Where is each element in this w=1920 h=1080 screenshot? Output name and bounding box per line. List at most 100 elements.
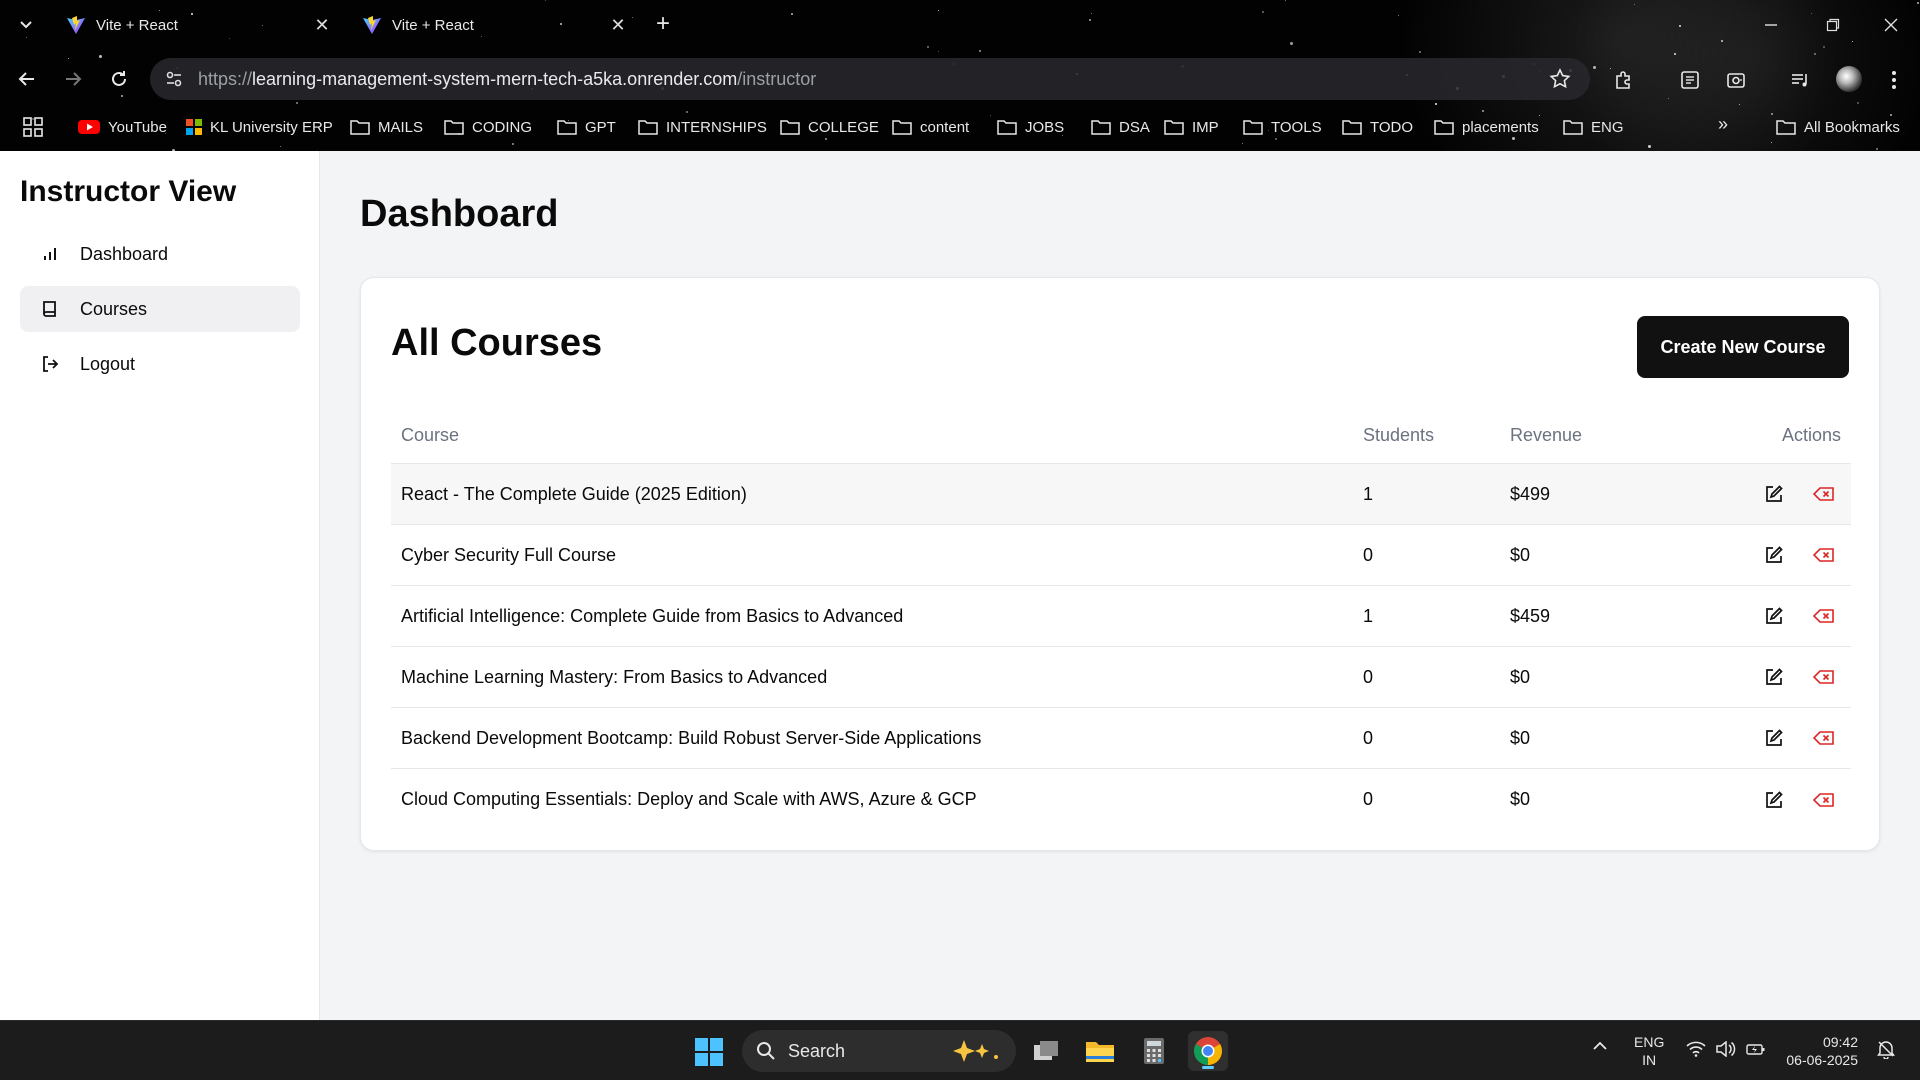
- bookmark-youtube[interactable]: YouTube: [78, 114, 167, 140]
- bookmark-dsa[interactable]: DSA: [1091, 114, 1150, 140]
- tab-search-chevron-icon[interactable]: [14, 12, 38, 36]
- delete-icon[interactable]: [1807, 721, 1841, 755]
- star-dot: [1674, 53, 1677, 56]
- reload-icon[interactable]: [104, 64, 134, 94]
- bookmark-jobs[interactable]: JOBS: [997, 114, 1064, 140]
- app-page: Instructor View Dashboard Courses Logout…: [0, 151, 1920, 1020]
- folder-icon: [1563, 120, 1583, 135]
- tab-title: Vite + React: [96, 16, 178, 34]
- input-language-indicator[interactable]: ENG IN: [1634, 1033, 1664, 1069]
- course-title-cell: React - The Complete Guide (2025 Edition…: [401, 483, 747, 504]
- search-placeholder: Search: [788, 1040, 846, 1061]
- back-arrow-icon[interactable]: [12, 64, 42, 94]
- table-row: Backend Development Bootcamp: Build Robu…: [391, 708, 1851, 769]
- restore-icon[interactable]: [1818, 10, 1848, 40]
- delete-icon[interactable]: [1807, 538, 1841, 572]
- extensions-icon[interactable]: [1610, 66, 1638, 94]
- calculator-icon[interactable]: [1134, 1031, 1174, 1071]
- new-tab-plus-icon[interactable]: +: [650, 12, 676, 38]
- actions-cell: [1680, 660, 1851, 694]
- bookmark-tools[interactable]: TOOLS: [1243, 114, 1322, 140]
- close-tab-icon[interactable]: ✕: [310, 13, 334, 37]
- bookmark-label: TOOLS: [1271, 118, 1322, 136]
- bookmark-placements[interactable]: placements: [1434, 114, 1539, 140]
- chrome-icon[interactable]: [1188, 1031, 1228, 1071]
- actions-cell: [1680, 783, 1851, 817]
- close-window-icon[interactable]: [1876, 10, 1906, 40]
- bookmark-coding[interactable]: CODING: [444, 114, 532, 140]
- close-tab-icon[interactable]: ✕: [606, 13, 630, 37]
- browser-tab-2[interactable]: Vite + React ✕: [348, 8, 638, 42]
- file-explorer-icon[interactable]: [1080, 1031, 1120, 1071]
- edit-icon[interactable]: [1757, 538, 1791, 572]
- students-cell: 0: [1363, 727, 1374, 748]
- browser-tab-1[interactable]: Vite + React ✕: [52, 8, 342, 42]
- folder-icon: [997, 120, 1017, 135]
- sidebar-item-dashboard[interactable]: Dashboard: [20, 231, 300, 277]
- course-title-cell: Backend Development Bootcamp: Build Robu…: [401, 727, 982, 748]
- star-dot: [512, 143, 515, 146]
- delete-icon[interactable]: [1807, 477, 1841, 511]
- bookmark-kl-university-erp[interactable]: KL University ERP: [186, 114, 333, 140]
- bookmark-star-icon[interactable]: [1548, 67, 1572, 91]
- students-cell: 0: [1363, 544, 1374, 565]
- bookmark-mails[interactable]: MAILS: [350, 114, 423, 140]
- reading-list-icon[interactable]: [1676, 66, 1704, 94]
- windows-start-icon[interactable]: [694, 1037, 724, 1067]
- task-view-icon[interactable]: [1026, 1031, 1066, 1071]
- course-title-cell: Cloud Computing Essentials: Deploy and S…: [401, 789, 977, 809]
- minimize-icon[interactable]: [1756, 10, 1786, 40]
- edit-icon[interactable]: [1757, 721, 1791, 755]
- battery-charging-icon[interactable]: [1746, 1041, 1766, 1060]
- bookmark-imp[interactable]: IMP: [1164, 114, 1219, 140]
- course-title-cell: Machine Learning Mastery: From Basics to…: [401, 666, 828, 687]
- star-dot: [1434, 102, 1437, 105]
- delete-icon[interactable]: [1807, 660, 1841, 694]
- system-clock[interactable]: 09:42 06-06-2025: [1776, 1033, 1858, 1069]
- students-cell: 1: [1363, 483, 1374, 504]
- menu-kebab-icon[interactable]: [1880, 66, 1908, 94]
- folder-icon: [780, 120, 800, 135]
- sidebar-item-logout[interactable]: Logout: [20, 341, 300, 387]
- edit-icon[interactable]: [1757, 477, 1791, 511]
- edit-icon[interactable]: [1757, 783, 1791, 817]
- edit-icon[interactable]: [1757, 599, 1791, 633]
- folder-icon: [444, 120, 464, 135]
- browser-chrome: Vite + React ✕ Vite + React ✕ + https://…: [0, 0, 1920, 151]
- taskbar-search-box[interactable]: Search: [742, 1030, 1016, 1072]
- show-hidden-icons-chevron[interactable]: [1592, 1039, 1608, 1055]
- bookmark-eng[interactable]: ENG: [1563, 114, 1624, 140]
- delete-icon[interactable]: [1807, 599, 1841, 633]
- forward-arrow-icon[interactable]: [58, 64, 88, 94]
- edit-icon[interactable]: [1757, 660, 1791, 694]
- bookmark-label: IMP: [1192, 118, 1219, 136]
- star-dot: [1242, 143, 1244, 145]
- apps-grid-icon[interactable]: [22, 116, 44, 138]
- media-controls-icon[interactable]: [1786, 66, 1814, 94]
- column-header-revenue: Revenue: [1510, 425, 1583, 445]
- site-info-icon[interactable]: [154, 59, 194, 99]
- sidebar-item-courses[interactable]: Courses: [20, 286, 300, 332]
- sidebar-item-label: Dashboard: [80, 243, 169, 264]
- all-bookmarks[interactable]: All Bookmarks: [1776, 114, 1900, 140]
- bookmark-todo[interactable]: TODO: [1342, 114, 1413, 140]
- profile-avatar[interactable]: [1836, 66, 1862, 92]
- sidebar: Instructor View Dashboard Courses Logout: [0, 151, 320, 1020]
- create-new-course-button[interactable]: Create New Course: [1637, 316, 1849, 378]
- delete-icon[interactable]: [1807, 783, 1841, 817]
- notification-bell-icon[interactable]: [1876, 1039, 1896, 1062]
- more-bookmarks-chevron-icon[interactable]: »: [1718, 114, 1728, 135]
- bookmark-college[interactable]: COLLEGE: [780, 114, 879, 140]
- card-title: All Courses: [391, 322, 603, 364]
- folder-icon: [1243, 120, 1263, 135]
- bookmark-gpt[interactable]: GPT: [557, 114, 616, 140]
- volume-icon[interactable]: [1716, 1040, 1736, 1060]
- page-title: Dashboard: [360, 193, 559, 235]
- screenshot-icon[interactable]: [1722, 66, 1750, 94]
- bookmark-internships[interactable]: INTERNSHIPS: [638, 114, 767, 140]
- wifi-icon[interactable]: [1686, 1041, 1706, 1060]
- book-icon: [38, 297, 62, 321]
- address-bar[interactable]: https://learning-management-system-mern-…: [150, 58, 1590, 100]
- bookmark-label: JOBS: [1025, 118, 1065, 136]
- bookmark-content[interactable]: content: [892, 114, 969, 140]
